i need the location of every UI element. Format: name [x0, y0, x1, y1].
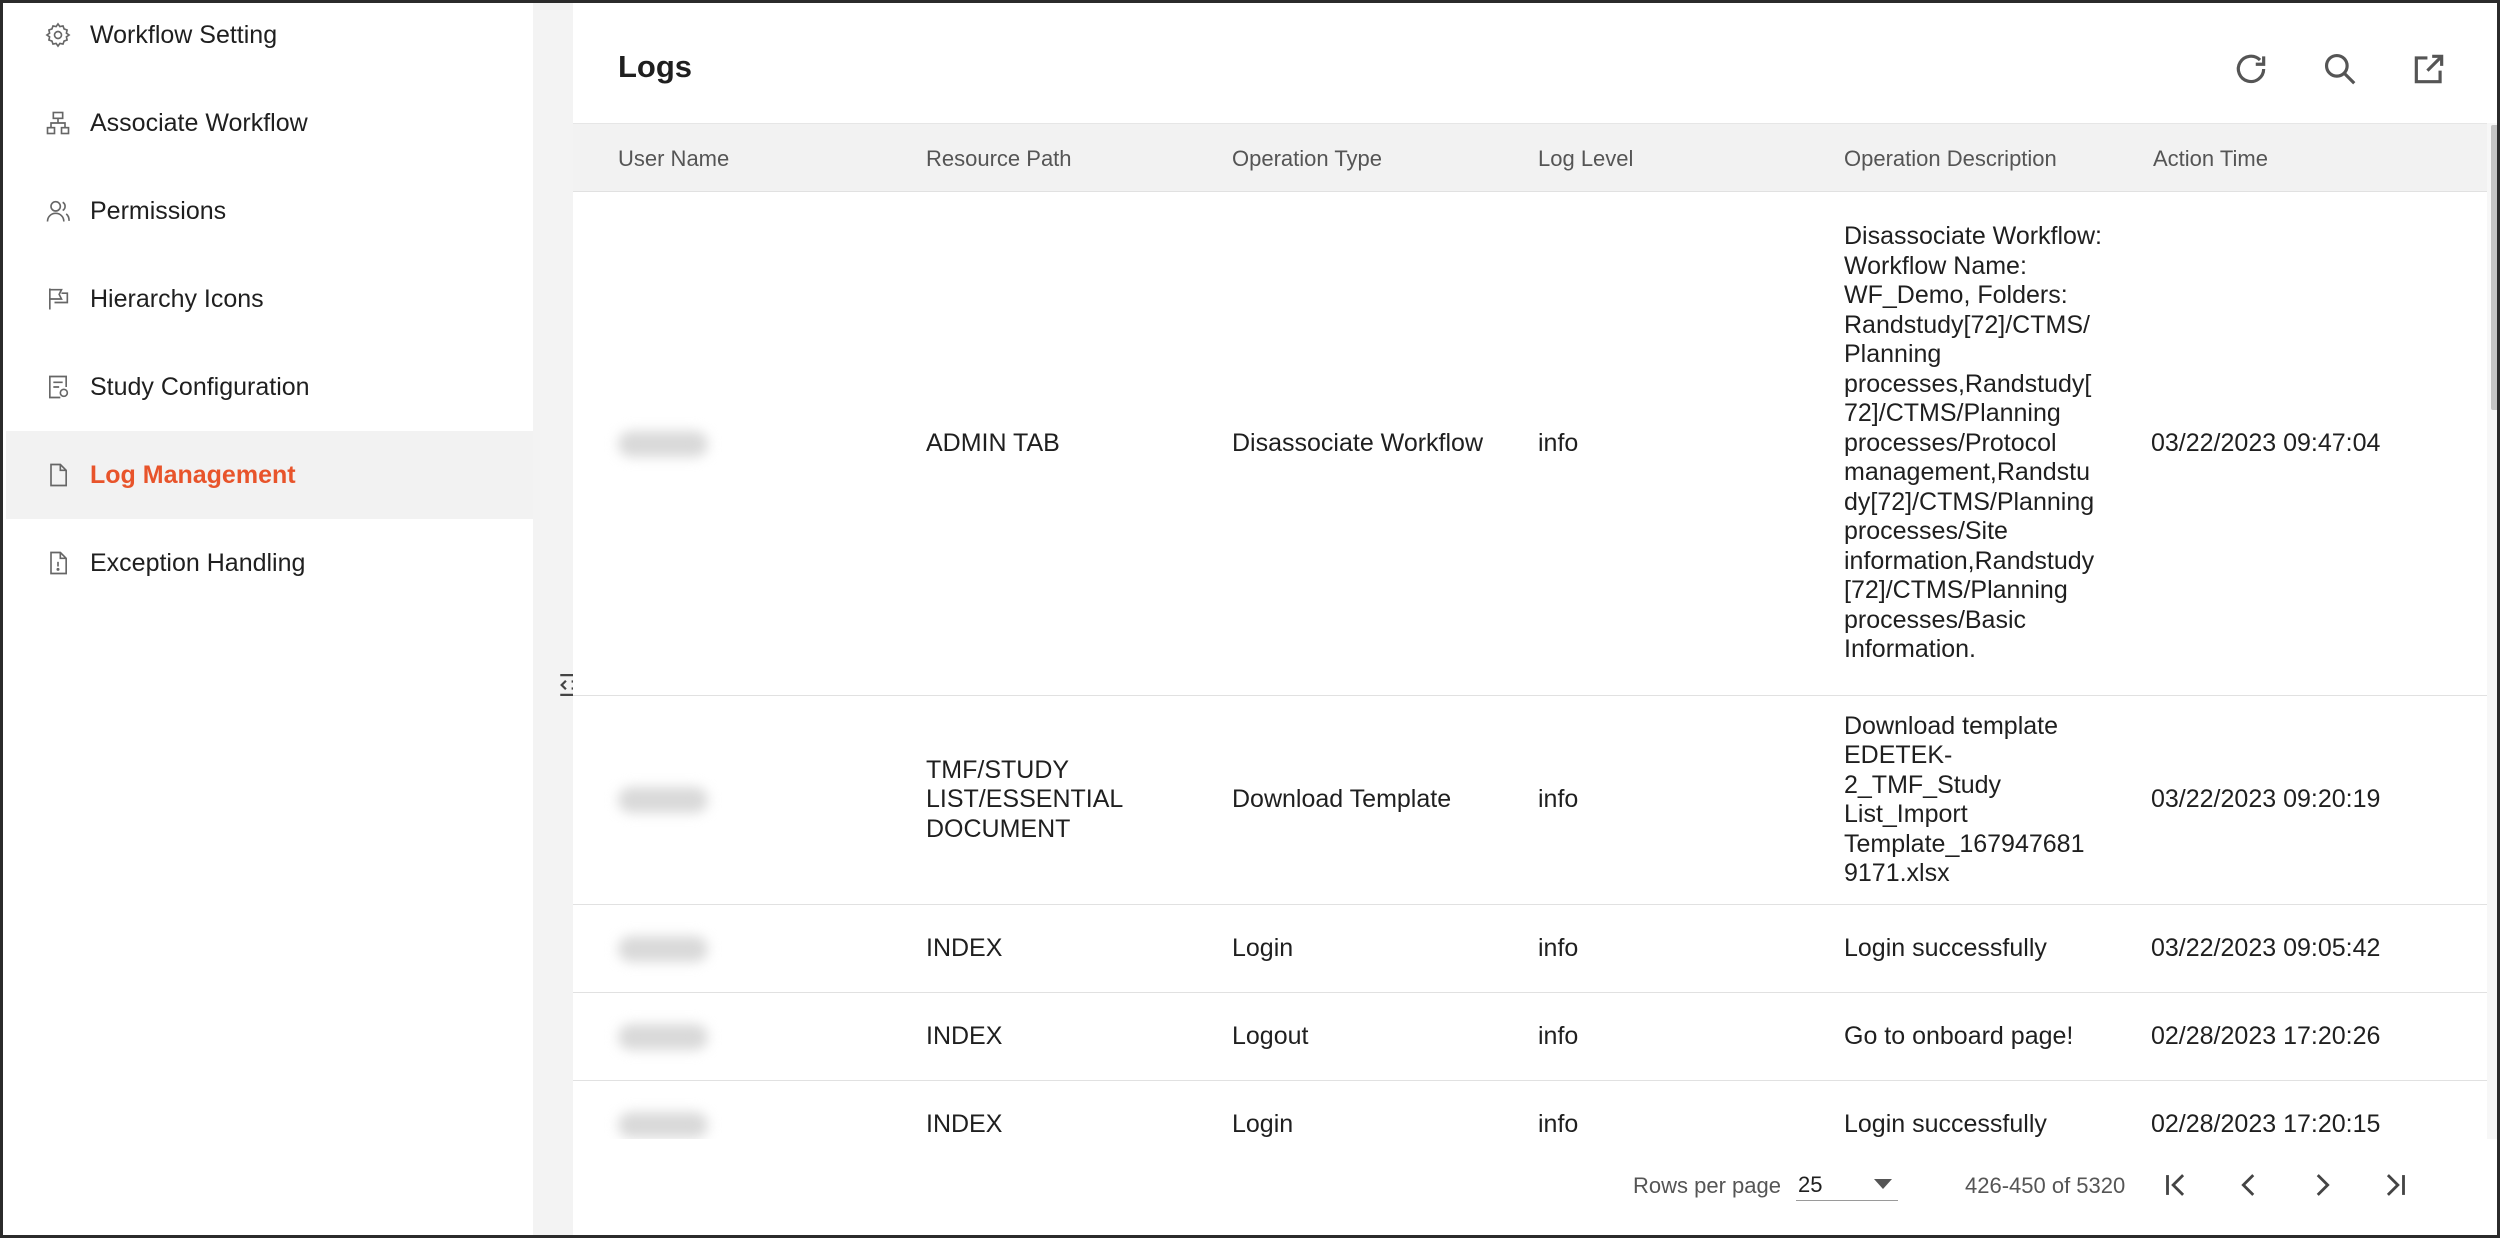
- refresh-icon[interactable]: [2229, 47, 2273, 91]
- description-cell: Login successfully: [1844, 1109, 2047, 1138]
- sidebar-item-label: Study Configuration: [90, 372, 310, 401]
- description-cell: Download template EDETEK-2_TMF_Study Lis…: [1844, 711, 2085, 888]
- gear-icon: [42, 19, 74, 51]
- last-page-icon[interactable]: [2373, 1163, 2417, 1207]
- action-time-cell: 03/22/2023 09:20:19: [2151, 785, 2381, 814]
- logs-table: User Name Resource Path Operation Type L…: [573, 123, 2487, 1139]
- user-name-cell: [618, 192, 708, 695]
- operation-type-cell: Login: [1232, 1109, 1294, 1138]
- log-level-cell: info: [1538, 1109, 1579, 1138]
- resource-path-cell: TMF/STUDY LIST/ESSENTIAL DOCUMENT: [926, 755, 1123, 843]
- operation-type-cell: Login: [1232, 933, 1294, 962]
- redacted-user-name: [618, 1023, 708, 1050]
- log-level-cell: info: [1538, 785, 1579, 814]
- resource-path-cell: INDEX: [926, 1109, 1003, 1138]
- redacted-user-name: [618, 430, 708, 457]
- sidebar: Workflow Setting Associate Workflow Perm…: [6, 3, 533, 1235]
- table-row[interactable]: ADMIN TAB Disassociate Workflow info Dis…: [573, 192, 2487, 696]
- main-panel: Logs User Name Resource Path Operation T…: [573, 3, 2497, 1235]
- resource-path-cell: ADMIN TAB: [926, 428, 1060, 457]
- sidebar-item-associate-workflow[interactable]: Associate Workflow: [6, 79, 533, 167]
- chevron-down-icon: [1874, 1179, 1892, 1189]
- sidebar-item-log-management[interactable]: Log Management: [6, 431, 533, 519]
- action-time-cell: 02/28/2023 17:20:26: [2151, 1021, 2381, 1050]
- redacted-user-name: [618, 1111, 708, 1138]
- sidebar-item-label: Workflow Setting: [90, 20, 278, 49]
- sidebar-item-workflow-setting[interactable]: Workflow Setting: [6, 3, 533, 79]
- action-time-cell: 03/22/2023 09:05:42: [2151, 933, 2381, 962]
- action-time-cell: 03/22/2023 09:47:04: [2151, 428, 2381, 457]
- user-name-cell: [618, 1081, 708, 1139]
- user-name-cell: [618, 905, 708, 992]
- redacted-user-name: [618, 787, 708, 813]
- rows-per-page-label: Rows per page: [1633, 1173, 1781, 1198]
- operation-type-cell: Download Template: [1232, 785, 1452, 814]
- log-level-cell: info: [1538, 933, 1579, 962]
- sidebar-gutter: [533, 3, 573, 1235]
- user-name-cell: [618, 696, 708, 904]
- users-icon: [42, 195, 74, 227]
- column-header-log-level[interactable]: Log Level: [1538, 124, 1633, 193]
- document-alert-icon: [42, 547, 74, 579]
- column-header-resource-path[interactable]: Resource Path: [926, 124, 1072, 193]
- table-row[interactable]: TMF/STUDY LIST/ESSENTIAL DOCUMENT Downlo…: [573, 696, 2487, 905]
- sidebar-item-label: Associate Workflow: [90, 108, 308, 137]
- document-settings-icon: [42, 371, 74, 403]
- search-icon[interactable]: [2318, 47, 2362, 91]
- resource-path-cell: INDEX: [926, 933, 1003, 962]
- pagination-range: 426-450 of 5320: [1965, 1173, 2126, 1198]
- table-scrollbar-thumb[interactable]: [2491, 125, 2497, 410]
- table-row[interactable]: INDEX Login info Login successfully 02/2…: [573, 1081, 2487, 1139]
- log-level-cell: info: [1538, 428, 1579, 457]
- next-page-icon[interactable]: [2300, 1163, 2344, 1207]
- sidebar-item-exception-handling[interactable]: Exception Handling: [6, 519, 533, 607]
- document-icon: [42, 459, 74, 491]
- hierarchy-tree-icon: [42, 107, 74, 139]
- description-cell: Disassociate Workflow: Workflow Name: WF…: [1844, 222, 2102, 664]
- operation-type-cell: Logout: [1232, 1021, 1309, 1050]
- action-time-cell: 02/28/2023 17:20:15: [2151, 1109, 2381, 1138]
- column-header-operation-description[interactable]: Operation Description: [1844, 124, 2057, 193]
- previous-page-icon[interactable]: [2227, 1163, 2271, 1207]
- sidebar-item-label: Log Management: [90, 460, 296, 489]
- table-header: User Name Resource Path Operation Type L…: [573, 123, 2487, 192]
- redacted-user-name: [618, 935, 708, 962]
- sidebar-item-label: Exception Handling: [90, 548, 306, 577]
- description-cell: Login successfully: [1844, 933, 2047, 962]
- resource-path-cell: INDEX: [926, 1021, 1003, 1050]
- description-cell: Go to onboard page!: [1844, 1021, 2074, 1050]
- table-row[interactable]: INDEX Logout info Go to onboard page! 02…: [573, 993, 2487, 1081]
- table-row[interactable]: INDEX Login info Login successfully 03/2…: [573, 905, 2487, 993]
- sidebar-item-study-configuration[interactable]: Study Configuration: [6, 343, 533, 431]
- column-header-operation-type[interactable]: Operation Type: [1232, 124, 1382, 193]
- log-level-cell: info: [1538, 1021, 1579, 1050]
- sidebar-item-hierarchy-icons[interactable]: Hierarchy Icons: [6, 255, 533, 343]
- column-header-user-name[interactable]: User Name: [618, 124, 729, 193]
- sidebar-item-label: Permissions: [90, 196, 227, 225]
- page-title: Logs: [618, 49, 693, 84]
- open-external-icon[interactable]: [2407, 47, 2451, 91]
- sidebar-item-label: Hierarchy Icons: [90, 284, 264, 313]
- user-name-cell: [618, 993, 708, 1080]
- operation-type-cell: Disassociate Workflow: [1232, 428, 1484, 457]
- app-window: Workflow Setting Associate Workflow Perm…: [0, 0, 2500, 1238]
- first-page-icon[interactable]: [2154, 1163, 2198, 1207]
- rows-per-page-value: 25: [1798, 1172, 1823, 1197]
- sidebar-item-permissions[interactable]: Permissions: [6, 167, 533, 255]
- flag-icon: [42, 283, 74, 315]
- column-header-action-time[interactable]: Action Time: [2153, 124, 2268, 193]
- rows-per-page-select[interactable]: 25: [1796, 1167, 1898, 1201]
